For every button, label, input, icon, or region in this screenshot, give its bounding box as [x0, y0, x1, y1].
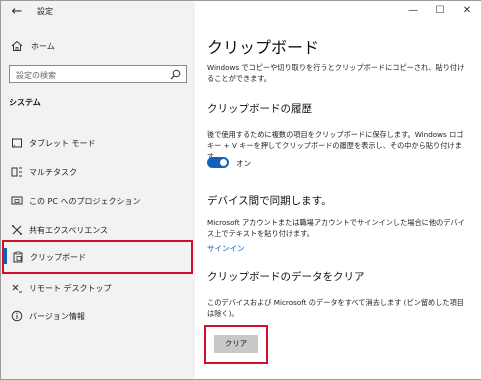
- sidebar-item-label: タブレット モード: [29, 138, 96, 148]
- tablet-icon: [12, 138, 22, 148]
- clear-button[interactable]: クリア: [214, 335, 258, 353]
- history-heading: クリップボードの履歴: [207, 103, 312, 115]
- clear-heading: クリップボードのデータをクリア: [207, 271, 365, 283]
- multitask-icon: [11, 167, 22, 177]
- window-title: 設定: [37, 7, 53, 16]
- sidebar-item-label: 共有エクスペリエンス: [29, 225, 109, 235]
- clipboard-icon: [13, 251, 23, 263]
- title-bar: ← 設定: [1, 1, 195, 23]
- home-link[interactable]: ホーム: [11, 38, 55, 54]
- sidebar-item-label: クリップボード: [30, 252, 86, 262]
- history-toggle[interactable]: [207, 157, 229, 168]
- remote-desktop-icon: [12, 284, 22, 293]
- projection-icon: [11, 196, 23, 205]
- page-title: クリップボード: [207, 38, 320, 57]
- clear-button-highlight: クリア: [204, 325, 268, 364]
- clear-description: このデバイスおよび Microsoft のデータをすべて消去します (ピン留めし…: [207, 298, 464, 318]
- sidebar-item-clipboard[interactable]: クリップボード: [2, 240, 193, 274]
- sidebar-item-label: この PC へのプロジェクション: [29, 196, 141, 206]
- intro-text: Windows でコピーや切り取りを行うとクリップボードにコピーされ、貼り付ける…: [207, 63, 465, 83]
- home-icon: [11, 40, 23, 51]
- sidebar-item-label: バージョン情報: [29, 311, 85, 321]
- section-label: システム: [9, 98, 41, 107]
- sidebar-item-multitask[interactable]: マルチタスク: [1, 156, 195, 188]
- sidebar-item-label: リモート デスクトップ: [29, 283, 112, 293]
- sidebar-item-tablet-mode[interactable]: タブレット モード: [1, 127, 195, 159]
- sidebar-item-label: マルチタスク: [29, 167, 77, 177]
- home-label: ホーム: [31, 41, 55, 51]
- minimize-button[interactable]: —: [403, 3, 423, 19]
- search-placeholder: 設定の検索: [16, 71, 56, 80]
- search-input[interactable]: 設定の検索: [9, 65, 187, 83]
- maximize-button[interactable]: ☐: [430, 3, 450, 19]
- info-icon: [11, 310, 23, 322]
- close-button[interactable]: ✕: [457, 3, 477, 19]
- toggle-knob: [220, 159, 227, 166]
- sync-heading: デバイス間で同期します。: [207, 195, 332, 207]
- toggle-state-label: オン: [236, 159, 251, 168]
- signin-link[interactable]: サインイン: [207, 243, 245, 254]
- settings-window: ← 設定 ホーム 設定の検索 システム タブレット モード マルチタスク この …: [0, 0, 481, 380]
- selection-indicator: [4, 248, 7, 264]
- shared-experience-icon: [12, 225, 22, 235]
- sync-description: Microsoft アカウントまたは職場アカウントでサインインした場合に他のデバ…: [207, 218, 465, 238]
- search-icon: [170, 69, 181, 80]
- back-arrow-icon[interactable]: ←: [9, 4, 25, 20]
- sidebar: ← 設定 ホーム 設定の検索 システム タブレット モード マルチタスク この …: [1, 1, 195, 379]
- sidebar-item-about[interactable]: バージョン情報: [1, 300, 195, 332]
- sidebar-item-projection[interactable]: この PC へのプロジェクション: [1, 185, 195, 217]
- content-pane: — ☐ ✕ クリップボード Windows でコピーや切り取りを行うとクリップボ…: [195, 1, 481, 379]
